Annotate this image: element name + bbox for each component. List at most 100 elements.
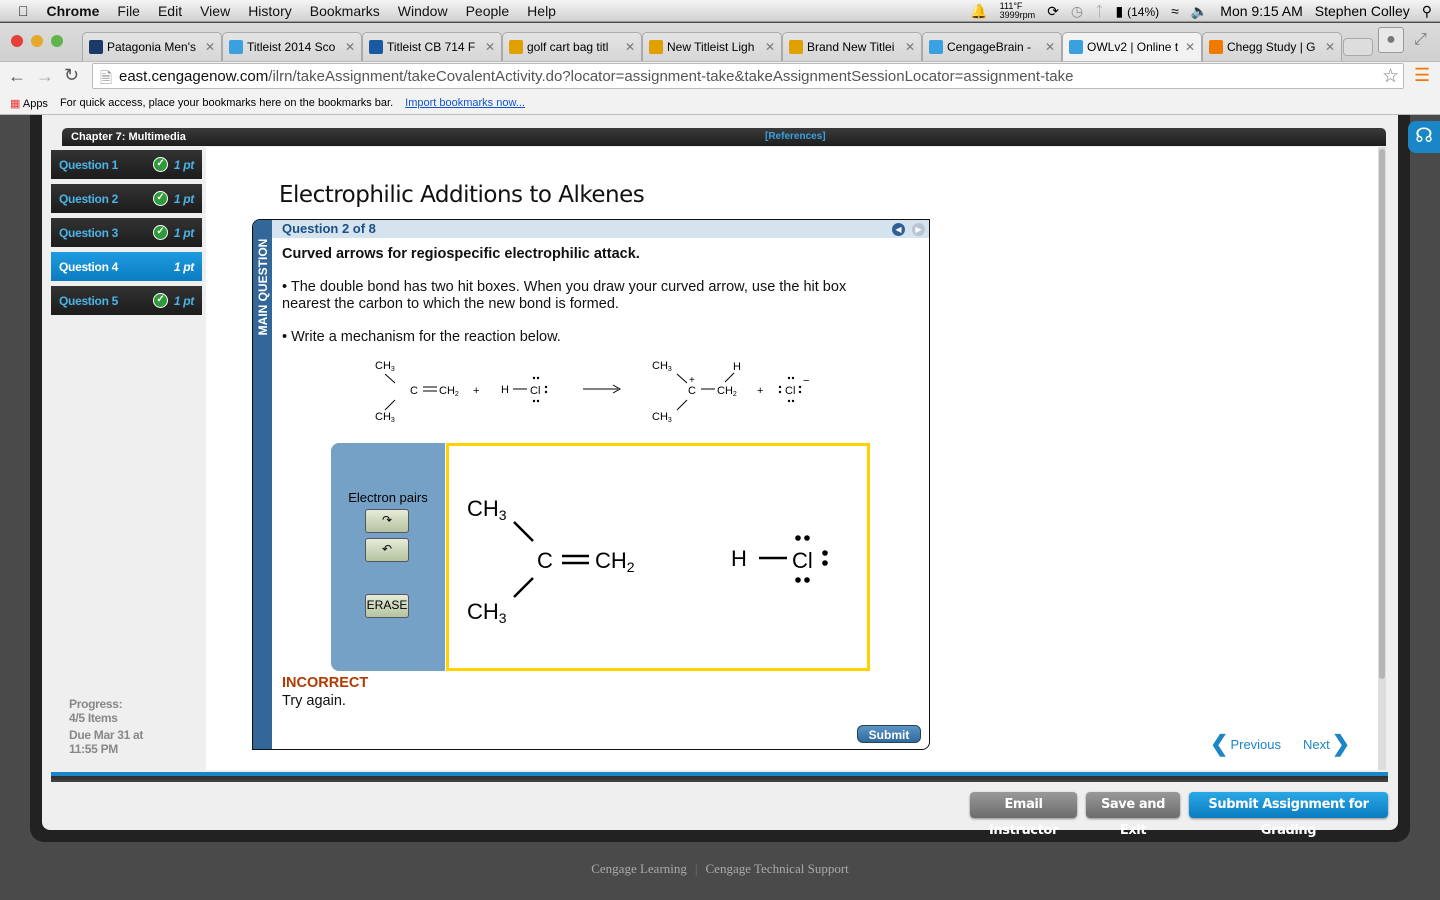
bookmark-star-icon[interactable]: ☆ <box>1382 65 1399 88</box>
help-headset-icon[interactable]: ☊ <box>1408 121 1440 153</box>
apps-shortcut[interactable]: ▦ Apps <box>10 97 48 110</box>
close-tab-icon[interactable]: ✕ <box>1185 40 1195 54</box>
zoom-window-button[interactable] <box>51 35 63 47</box>
canvas-chlorine[interactable]: Cl <box>792 548 813 573</box>
close-tab-icon[interactable]: ✕ <box>1045 40 1055 54</box>
scrollbar-thumb[interactable] <box>1379 149 1385 679</box>
battery-percent: (14%) <box>1127 4 1160 19</box>
sidebar-item-question-1[interactable]: Question 1 ✓ 1 pt <box>51 150 202 179</box>
back-icon[interactable]: ← <box>8 66 26 87</box>
browser-tab[interactable]: Titleist 2014 Sco ✕ <box>222 32 362 61</box>
menu-history[interactable]: History <box>248 3 292 19</box>
browser-tab[interactable]: OWLv2 | Online t ✕ <box>1062 32 1202 61</box>
next-part-icon[interactable]: ▶ <box>912 223 925 236</box>
close-tab-icon[interactable]: ✕ <box>765 40 775 54</box>
next-label: Next <box>1303 736 1330 752</box>
menu-app-name[interactable]: Chrome <box>47 3 100 19</box>
notification-icon[interactable]: 🔔 <box>970 3 987 20</box>
close-tab-icon[interactable]: ✕ <box>1325 40 1335 54</box>
browser-tab[interactable]: New Titleist Ligh ✕ <box>642 32 782 61</box>
sidebar-item-question-3[interactable]: Question 3 ✓ 1 pt <box>51 218 202 247</box>
email-instructor-button[interactable]: Email Instructor <box>970 792 1077 838</box>
page-title: Electrophilic Additions to Alkenes <box>279 182 645 208</box>
anion-charge: − <box>803 375 809 387</box>
menu-edit[interactable]: Edit <box>158 3 182 19</box>
reload-icon[interactable]: ↻ <box>64 65 79 86</box>
canvas-ch2[interactable]: CH2 <box>595 548 635 575</box>
curved-arrow-down-tool[interactable]: ↶ <box>365 538 409 562</box>
menu-help[interactable]: Help <box>527 3 556 19</box>
favicon-icon <box>1069 40 1083 54</box>
favicon-icon <box>89 40 103 54</box>
browser-tab[interactable]: Titleist CB 714 F ✕ <box>362 32 502 61</box>
submit-assignment-button[interactable]: Submit Assignment for Grading <box>1189 792 1388 838</box>
menu-file[interactable]: File <box>117 3 140 19</box>
browser-tab[interactable]: CengageBrain - ✕ <box>922 32 1062 61</box>
next-link[interactable]: Next ❯ <box>1303 733 1350 755</box>
minimize-window-button[interactable] <box>31 35 43 47</box>
sidebar-item-question-4[interactable]: Question 4 1 pt <box>51 252 202 281</box>
close-tab-icon[interactable]: ✕ <box>205 40 215 54</box>
references-link[interactable]: [References] <box>765 128 826 146</box>
apple-icon[interactable]:  <box>18 3 29 19</box>
browser-tab[interactable]: golf cart bag titl ✕ <box>502 32 642 61</box>
chrome-menu-icon[interactable]: ☰ <box>1414 65 1430 86</box>
bluetooth-icon[interactable]: ᛏ <box>1095 3 1103 19</box>
favicon-icon <box>649 40 663 54</box>
forward-icon[interactable]: → <box>36 66 54 87</box>
sidebar-item-question-2[interactable]: Question 2 ✓ 1 pt <box>51 184 202 213</box>
battery-status[interactable]: ▮ (14%) <box>1116 3 1160 20</box>
menu-window[interactable]: Window <box>398 3 448 19</box>
canvas-hydrogen[interactable]: H <box>731 546 747 571</box>
curved-arrow-up-tool[interactable]: ↷ <box>365 509 409 533</box>
menu-view[interactable]: View <box>200 3 230 19</box>
fullscreen-icon[interactable]: ⤢ <box>1414 31 1427 49</box>
prev-part-icon[interactable]: ◀ <box>892 223 905 236</box>
wifi-icon[interactable]: ≈ <box>1171 3 1179 19</box>
close-window-button[interactable] <box>11 35 23 47</box>
favicon-icon <box>929 40 943 54</box>
points: 1 pt <box>173 191 194 206</box>
close-tab-icon[interactable]: ✕ <box>625 40 635 54</box>
drawing-canvas[interactable]: CH3 C CH2 CH3 H Cl <box>446 443 870 671</box>
chlorine: Cl <box>785 385 795 397</box>
sync-icon[interactable]: ⟳ <box>1047 3 1059 20</box>
previous-link[interactable]: ❮ Previous <box>1210 733 1281 755</box>
menu-extras: 🔔 111°F 3999rpm ⟳ ◷ ᛏ ▮ (14%) ≈ 🔈 Mon 9:1… <box>970 0 1432 22</box>
submit-button[interactable]: Submit <box>857 725 921 743</box>
fan-speed: 3999rpm <box>999 10 1036 20</box>
browser-tab[interactable]: Patagonia Men's ✕ <box>82 32 222 61</box>
profile-icon[interactable]: ● <box>1378 27 1404 53</box>
canvas-carbon[interactable]: C <box>537 548 553 573</box>
sidebar-item-question-5[interactable]: Question 5 ✓ 1 pt <box>51 286 202 315</box>
question-heading: Curved arrows for regiospecific electrop… <box>282 246 640 262</box>
question-label: Question 1 <box>59 157 119 172</box>
tab-title: Chegg Study | G <box>1227 40 1316 54</box>
browser-tab[interactable]: Chegg Study | G ✕ <box>1202 32 1342 61</box>
cengage-learning-link[interactable]: Cengage Learning <box>591 861 687 876</box>
technical-support-link[interactable]: Cengage Technical Support <box>706 861 849 876</box>
temp-readout[interactable]: 111°F 3999rpm <box>1000 2 1036 20</box>
address-bar[interactable]: 🗎 east.cengagenow.com/ilrn/takeAssignmen… <box>92 63 1404 89</box>
scrollbar[interactable] <box>1378 147 1386 770</box>
close-tab-icon[interactable]: ✕ <box>905 40 915 54</box>
new-tab-button[interactable] <box>1343 38 1373 56</box>
ch2: CH2 <box>439 385 459 398</box>
close-tab-icon[interactable]: ✕ <box>345 40 355 54</box>
import-bookmarks-link[interactable]: Import bookmarks now... <box>405 97 525 109</box>
user-name[interactable]: Stephen Colley <box>1315 3 1410 19</box>
clock[interactable]: Mon 9:15 AM <box>1220 3 1303 19</box>
chlorine: Cl <box>530 385 540 397</box>
hydrogen: H <box>501 384 509 396</box>
erase-button[interactable]: ERASE <box>365 594 409 618</box>
tab-title: OWLv2 | Online t <box>1087 40 1179 54</box>
menu-people[interactable]: People <box>466 3 510 19</box>
canvas-ch3-top: CH3 <box>467 496 507 523</box>
browser-tab[interactable]: Brand New Titlei ✕ <box>782 32 922 61</box>
menu-bookmarks[interactable]: Bookmarks <box>310 3 380 19</box>
close-tab-icon[interactable]: ✕ <box>485 40 495 54</box>
spotlight-icon[interactable]: ⚲ <box>1422 3 1432 20</box>
time-machine-icon[interactable]: ◷ <box>1071 3 1083 20</box>
volume-icon[interactable]: 🔈 <box>1191 3 1208 20</box>
save-and-exit-button[interactable]: Save and Exit <box>1086 792 1180 838</box>
